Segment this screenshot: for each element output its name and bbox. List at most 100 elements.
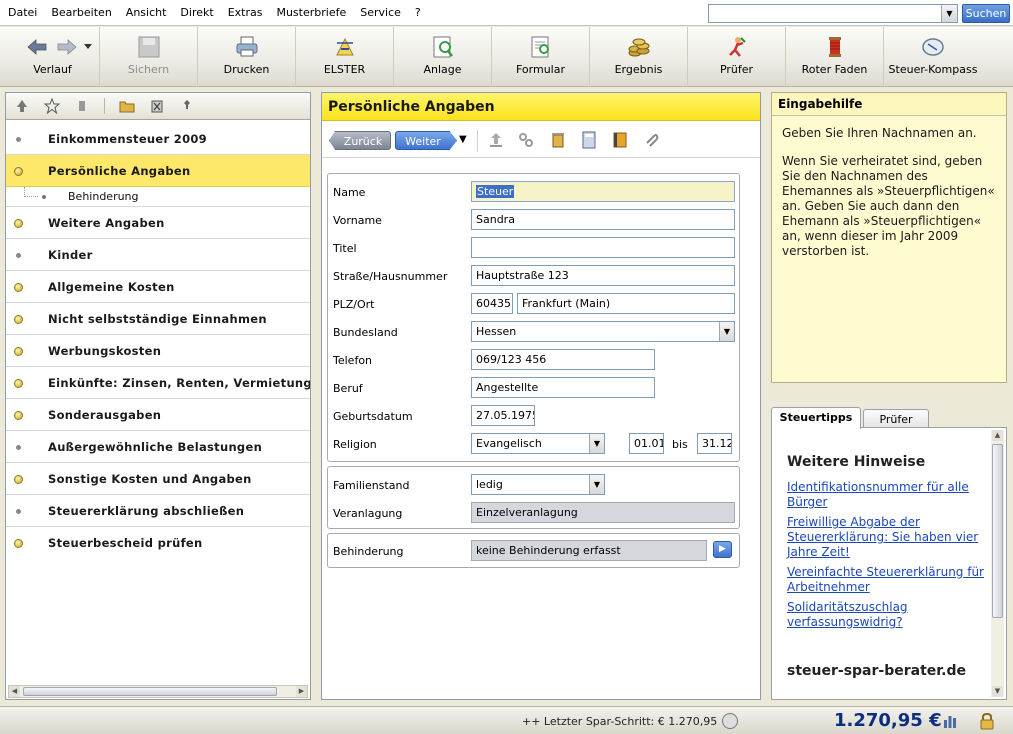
chevron-down-icon[interactable]: ▼ [589, 434, 604, 453]
toolbar-anlage-button[interactable]: Anlage [394, 27, 492, 85]
nav-horizontal-scrollbar[interactable]: ◀ ▶ [8, 685, 308, 698]
nav-item-label: Weitere Angaben [48, 216, 165, 230]
menu-datei[interactable]: Datei [0, 0, 44, 26]
toolbar-pruefer-button[interactable]: Prüfer [688, 27, 786, 85]
tips-vertical-scrollbar[interactable]: ▲ ▼ [991, 430, 1004, 697]
nav-item-label: Behinderung [68, 190, 139, 203]
nav-item-allgemeine-kosten[interactable]: Allgemeine Kosten [6, 271, 310, 303]
menu-direkt[interactable]: Direkt [173, 0, 220, 26]
scrollbar-thumb[interactable] [992, 444, 1003, 618]
nav-item-steuerbescheid-pruefen[interactable]: Steuerbescheid prüfen [6, 527, 310, 559]
search-input[interactable] [708, 4, 958, 23]
toolbar-roter-faden-button[interactable]: Roter Faden [786, 27, 884, 85]
toolbar-verlauf-button[interactable]: Verlauf [6, 27, 100, 85]
tips-body: Weitere Hinweise Identifikationsnummer f… [787, 454, 987, 635]
notebook-icon[interactable] [611, 131, 629, 149]
toolbar-sichern-button[interactable]: Sichern [100, 27, 198, 85]
nav-item-label: Einkünfte: Zinsen, Renten, Vermietung u [48, 376, 310, 390]
toolbar-steuer-kompass-button[interactable]: Steuer-Kompass [884, 27, 982, 85]
folder-icon[interactable] [119, 98, 135, 114]
next-button[interactable]: Weiter [395, 131, 457, 150]
tip-link-solidaritaetszuschlag[interactable]: Solidaritätszuschlag verfassungswidrig? [787, 600, 987, 630]
formular-icon [531, 36, 549, 58]
upload-icon[interactable] [487, 131, 505, 149]
vorname-field[interactable]: Sandra [471, 209, 735, 230]
religion-from-field[interactable]: 01.01 [629, 433, 664, 454]
scroll-left-icon[interactable]: ◀ [9, 686, 20, 697]
scroll-down-icon[interactable]: ▼ [992, 686, 1003, 697]
toolbar-ergebnis-button[interactable]: Ergebnis [590, 27, 688, 85]
ort-field[interactable]: Frankfurt (Main) [517, 293, 735, 314]
nav-item-sonderausgaben[interactable]: Sonderausgaben [6, 399, 310, 431]
tips-brand: steuer-spar-berater.de [787, 663, 967, 679]
nav-subitem-behinderung[interactable]: Behinderung [6, 187, 310, 207]
calculator-icon[interactable] [580, 131, 598, 149]
toolbar-drucken-button[interactable]: Drucken [198, 27, 296, 85]
titel-field[interactable] [471, 237, 735, 258]
strasse-field[interactable]: Hauptstraße 123 [471, 265, 735, 286]
bundesland-select[interactable]: Hessen ▼ [471, 321, 735, 342]
tab-steuertipps[interactable]: Steuertipps [771, 407, 861, 429]
tip-link-freiwillige-abgabe[interactable]: Freiwillige Abgabe der Steuererklärung: … [787, 515, 987, 560]
bar-chart-icon[interactable] [942, 713, 958, 729]
plz-field[interactable]: 60435 [471, 293, 513, 314]
trash-icon[interactable] [549, 131, 567, 149]
menu-musterbriefe[interactable]: Musterbriefe [269, 0, 353, 26]
nav-item-werbungskosten[interactable]: Werbungskosten [6, 335, 310, 367]
move-icon[interactable] [74, 98, 90, 114]
behinderung-group: Behinderung keine Behinderung erfasst ▶ [327, 533, 740, 568]
nav-item-steuererklaerung-abschliessen[interactable]: Steuererklärung abschließen [6, 495, 310, 527]
chevron-down-icon[interactable]: ▼ [589, 475, 604, 494]
nav-item-kinder[interactable]: Kinder [6, 239, 310, 271]
bullet-icon [16, 253, 21, 258]
menu-bearbeiten[interactable]: Bearbeiten [44, 0, 118, 26]
geburtsdatum-label: Geburtsdatum [333, 410, 413, 423]
vorname-label: Vorname [333, 214, 382, 227]
nav-item-persoenliche-angaben[interactable]: Persönliche Angaben [6, 155, 310, 187]
tools-icon[interactable] [517, 131, 535, 149]
behinderung-open-button[interactable]: ▶ [713, 541, 732, 558]
behinderung-label: Behinderung [333, 545, 404, 558]
nav-item-nicht-selbststaendige-einnahmen[interactable]: Nicht selbstständige Einnahmen [6, 303, 310, 335]
religion-to-field[interactable]: 31.12 [697, 433, 732, 454]
beruf-field[interactable]: Angestellte [471, 377, 655, 398]
name-label: Name [333, 186, 366, 199]
scroll-up-icon[interactable]: ▲ [992, 430, 1003, 441]
menu-service[interactable]: Service [353, 0, 408, 26]
menu-ansicht[interactable]: Ansicht [119, 0, 174, 26]
nav-item-aussergewoehnliche-belastungen[interactable]: Außergewöhnliche Belastungen [6, 431, 310, 463]
toolbar-elster-button[interactable]: ELSTER [296, 27, 394, 85]
geburtsdatum-field[interactable]: 27.05.1975 [471, 405, 535, 426]
star-icon[interactable] [44, 98, 60, 114]
delete-icon[interactable] [149, 98, 165, 114]
info-icon[interactable] [722, 713, 738, 729]
tip-link-identifikationsnummer[interactable]: Identifikationsnummer für alle Bürger [787, 480, 987, 510]
bullet-icon [16, 137, 21, 142]
expand-icon[interactable] [14, 98, 30, 114]
menu-extras[interactable]: Extras [221, 0, 270, 26]
next-dropdown-icon[interactable]: ▼ [459, 134, 467, 145]
nav-item-sonstige-kosten[interactable]: Sonstige Kosten und Angaben [6, 463, 310, 495]
pin-icon[interactable] [179, 98, 195, 114]
toolbar-anlage-label: Anlage [423, 63, 462, 76]
attachment-icon[interactable] [642, 131, 660, 149]
telefon-field[interactable]: 069/123 456 [471, 349, 655, 370]
lock-icon[interactable] [978, 712, 996, 730]
nav-item-einkommensteuer-2009[interactable]: Einkommensteuer 2009 [6, 123, 310, 155]
tip-link-vereinfachte-steuererklaerung[interactable]: Vereinfachte Steuererklärung für Arbeitn… [787, 565, 987, 595]
scrollbar-thumb[interactable] [23, 687, 277, 696]
search-dropdown-button[interactable]: ▼ [941, 5, 957, 22]
nav-item-label: Persönliche Angaben [48, 164, 191, 178]
name-field[interactable]: Steuer [471, 181, 735, 202]
familienstand-select[interactable]: ledig ▼ [471, 474, 605, 495]
search-button[interactable]: Suchen [962, 4, 1010, 23]
beruf-label: Beruf [333, 382, 363, 395]
nav-item-einkuenfte[interactable]: Einkünfte: Zinsen, Renten, Vermietung u [6, 367, 310, 399]
toolbar-formular-button[interactable]: Formular [492, 27, 590, 85]
menu-help[interactable]: ? [408, 0, 428, 26]
scroll-right-icon[interactable]: ▶ [296, 686, 307, 697]
nav-item-weitere-angaben[interactable]: Weitere Angaben [6, 207, 310, 239]
back-button[interactable]: Zurück [329, 131, 391, 150]
religion-select[interactable]: Evangelisch ▼ [471, 433, 605, 454]
chevron-down-icon[interactable]: ▼ [719, 322, 734, 341]
